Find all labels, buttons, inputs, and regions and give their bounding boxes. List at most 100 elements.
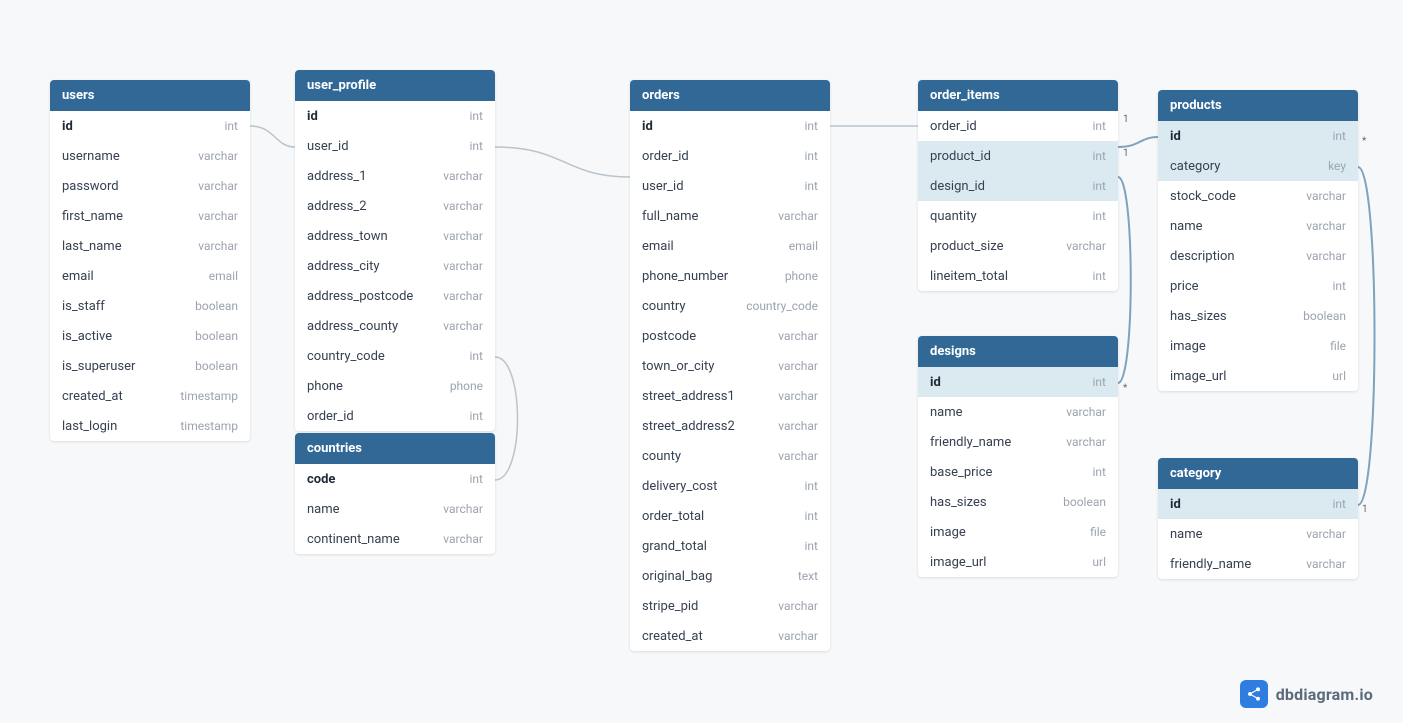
table-row[interactable]: image_urlurl (918, 547, 1118, 577)
table-row[interactable]: idint (1158, 121, 1358, 151)
table-row[interactable]: passwordvarchar (50, 171, 250, 201)
table-row[interactable]: country_codeint (295, 341, 495, 371)
table-header[interactable]: designs (918, 336, 1118, 367)
table-row[interactable]: is_staffboolean (50, 291, 250, 321)
table-row[interactable]: image_urlurl (1158, 361, 1358, 391)
field-type: int (1093, 149, 1106, 163)
table-row[interactable]: address_townvarchar (295, 221, 495, 251)
table-row[interactable]: namevarchar (918, 397, 1118, 427)
table-row[interactable]: phone_numberphone (630, 261, 830, 291)
table-designs[interactable]: designsidintnamevarcharfriendly_namevarc… (918, 336, 1118, 577)
table-row[interactable]: usernamevarchar (50, 141, 250, 171)
table-row[interactable]: idint (1158, 489, 1358, 519)
table-products[interactable]: productsidintcategorykeystock_codevarcha… (1158, 90, 1358, 391)
table-row[interactable]: order_totalint (630, 501, 830, 531)
table-row[interactable]: is_activeboolean (50, 321, 250, 351)
table-row[interactable]: namevarchar (1158, 211, 1358, 241)
table-row[interactable]: friendly_namevarchar (918, 427, 1118, 457)
table-row[interactable]: street_address2varchar (630, 411, 830, 441)
table-row[interactable]: address_1varchar (295, 161, 495, 191)
table-header[interactable]: products (1158, 90, 1358, 121)
table-row[interactable]: postcodevarchar (630, 321, 830, 351)
table-users[interactable]: usersidintusernamevarcharpasswordvarchar… (50, 80, 250, 441)
field-type: varchar (198, 209, 238, 223)
table-row[interactable]: priceint (1158, 271, 1358, 301)
table-row[interactable]: created_attimestamp (50, 381, 250, 411)
field-name: image_url (930, 555, 986, 570)
table-row[interactable]: product_idint (918, 141, 1118, 171)
table-row[interactable]: street_address1varchar (630, 381, 830, 411)
field-name: stock_code (1170, 189, 1236, 204)
table-row[interactable]: delivery_costint (630, 471, 830, 501)
table-row[interactable]: is_superuserboolean (50, 351, 250, 381)
table-header[interactable]: orders (630, 80, 830, 111)
table-row[interactable]: imagefile (1158, 331, 1358, 361)
table-row[interactable]: idint (295, 101, 495, 131)
table-row[interactable]: countrycountry_code (630, 291, 830, 321)
table-header[interactable]: countries (295, 433, 495, 464)
table-orders[interactable]: ordersidintorder_idintuser_idintfull_nam… (630, 80, 830, 651)
table-row[interactable]: imagefile (918, 517, 1118, 547)
table-row[interactable]: countyvarchar (630, 441, 830, 471)
field-type: varchar (778, 629, 818, 643)
field-type: int (1093, 119, 1106, 133)
table-row[interactable]: phonephone (295, 371, 495, 401)
field-type: int (225, 119, 238, 133)
table-row[interactable]: last_logintimestamp (50, 411, 250, 441)
table-row[interactable]: grand_totalint (630, 531, 830, 561)
table-order_items[interactable]: order_itemsorder_idintproduct_idintdesig… (918, 80, 1118, 291)
table-row[interactable]: order_idint (630, 141, 830, 171)
table-row[interactable]: address_cityvarchar (295, 251, 495, 281)
table-user_profile[interactable]: user_profileidintuser_idintaddress_1varc… (295, 70, 495, 431)
table-header[interactable]: order_items (918, 80, 1118, 111)
table-row[interactable]: stock_codevarchar (1158, 181, 1358, 211)
table-header[interactable]: user_profile (295, 70, 495, 101)
branding[interactable]: dbdiagram.io (1240, 680, 1373, 708)
table-row[interactable]: friendly_namevarchar (1158, 549, 1358, 579)
table-row[interactable]: product_sizevarchar (918, 231, 1118, 261)
table-row[interactable]: categorykey (1158, 151, 1358, 181)
table-row[interactable]: stripe_pidvarchar (630, 591, 830, 621)
table-row[interactable]: first_namevarchar (50, 201, 250, 231)
table-row[interactable]: address_postcodevarchar (295, 281, 495, 311)
diagram-canvas[interactable]: 1 1 * * 1 usersidintusernamevarcharpassw… (0, 0, 1403, 723)
table-row[interactable]: town_or_cityvarchar (630, 351, 830, 381)
table-countries[interactable]: countriescodeintnamevarcharcontinent_nam… (295, 433, 495, 554)
table-row[interactable]: design_idint (918, 171, 1118, 201)
table-row[interactable]: quantityint (918, 201, 1118, 231)
table-row[interactable]: idint (918, 367, 1118, 397)
field-type: file (1330, 339, 1346, 353)
table-row[interactable]: continent_namevarchar (295, 524, 495, 554)
table-row[interactable]: namevarchar (1158, 519, 1358, 549)
table-row[interactable]: user_idint (630, 171, 830, 201)
field-name: county (642, 449, 681, 464)
table-row[interactable]: descriptionvarchar (1158, 241, 1358, 271)
table-row[interactable]: created_atvarchar (630, 621, 830, 651)
table-row[interactable]: base_priceint (918, 457, 1118, 487)
table-row[interactable]: has_sizesboolean (1158, 301, 1358, 331)
table-row[interactable]: address_2varchar (295, 191, 495, 221)
table-header[interactable]: category (1158, 458, 1358, 489)
table-row[interactable]: emailemail (50, 261, 250, 291)
table-row[interactable]: address_countyvarchar (295, 311, 495, 341)
table-header[interactable]: users (50, 80, 250, 111)
table-row[interactable]: idint (630, 111, 830, 141)
field-name: user_id (307, 139, 349, 154)
table-row[interactable]: order_idint (918, 111, 1118, 141)
table-row[interactable]: namevarchar (295, 494, 495, 524)
table-row[interactable]: emailemail (630, 231, 830, 261)
table-row[interactable]: lineitem_totalint (918, 261, 1118, 291)
cardinality-label: 1 (1123, 148, 1129, 159)
table-row[interactable]: original_bagtext (630, 561, 830, 591)
field-name: base_price (930, 465, 992, 480)
table-row[interactable]: codeint (295, 464, 495, 494)
table-row[interactable]: idint (50, 111, 250, 141)
table-row[interactable]: user_idint (295, 131, 495, 161)
table-row[interactable]: full_namevarchar (630, 201, 830, 231)
table-row[interactable]: order_idint (295, 401, 495, 431)
table-category[interactable]: categoryidintnamevarcharfriendly_namevar… (1158, 458, 1358, 579)
field-type: int (1093, 375, 1106, 389)
table-row[interactable]: has_sizesboolean (918, 487, 1118, 517)
table-row[interactable]: last_namevarchar (50, 231, 250, 261)
field-name: quantity (930, 209, 977, 224)
